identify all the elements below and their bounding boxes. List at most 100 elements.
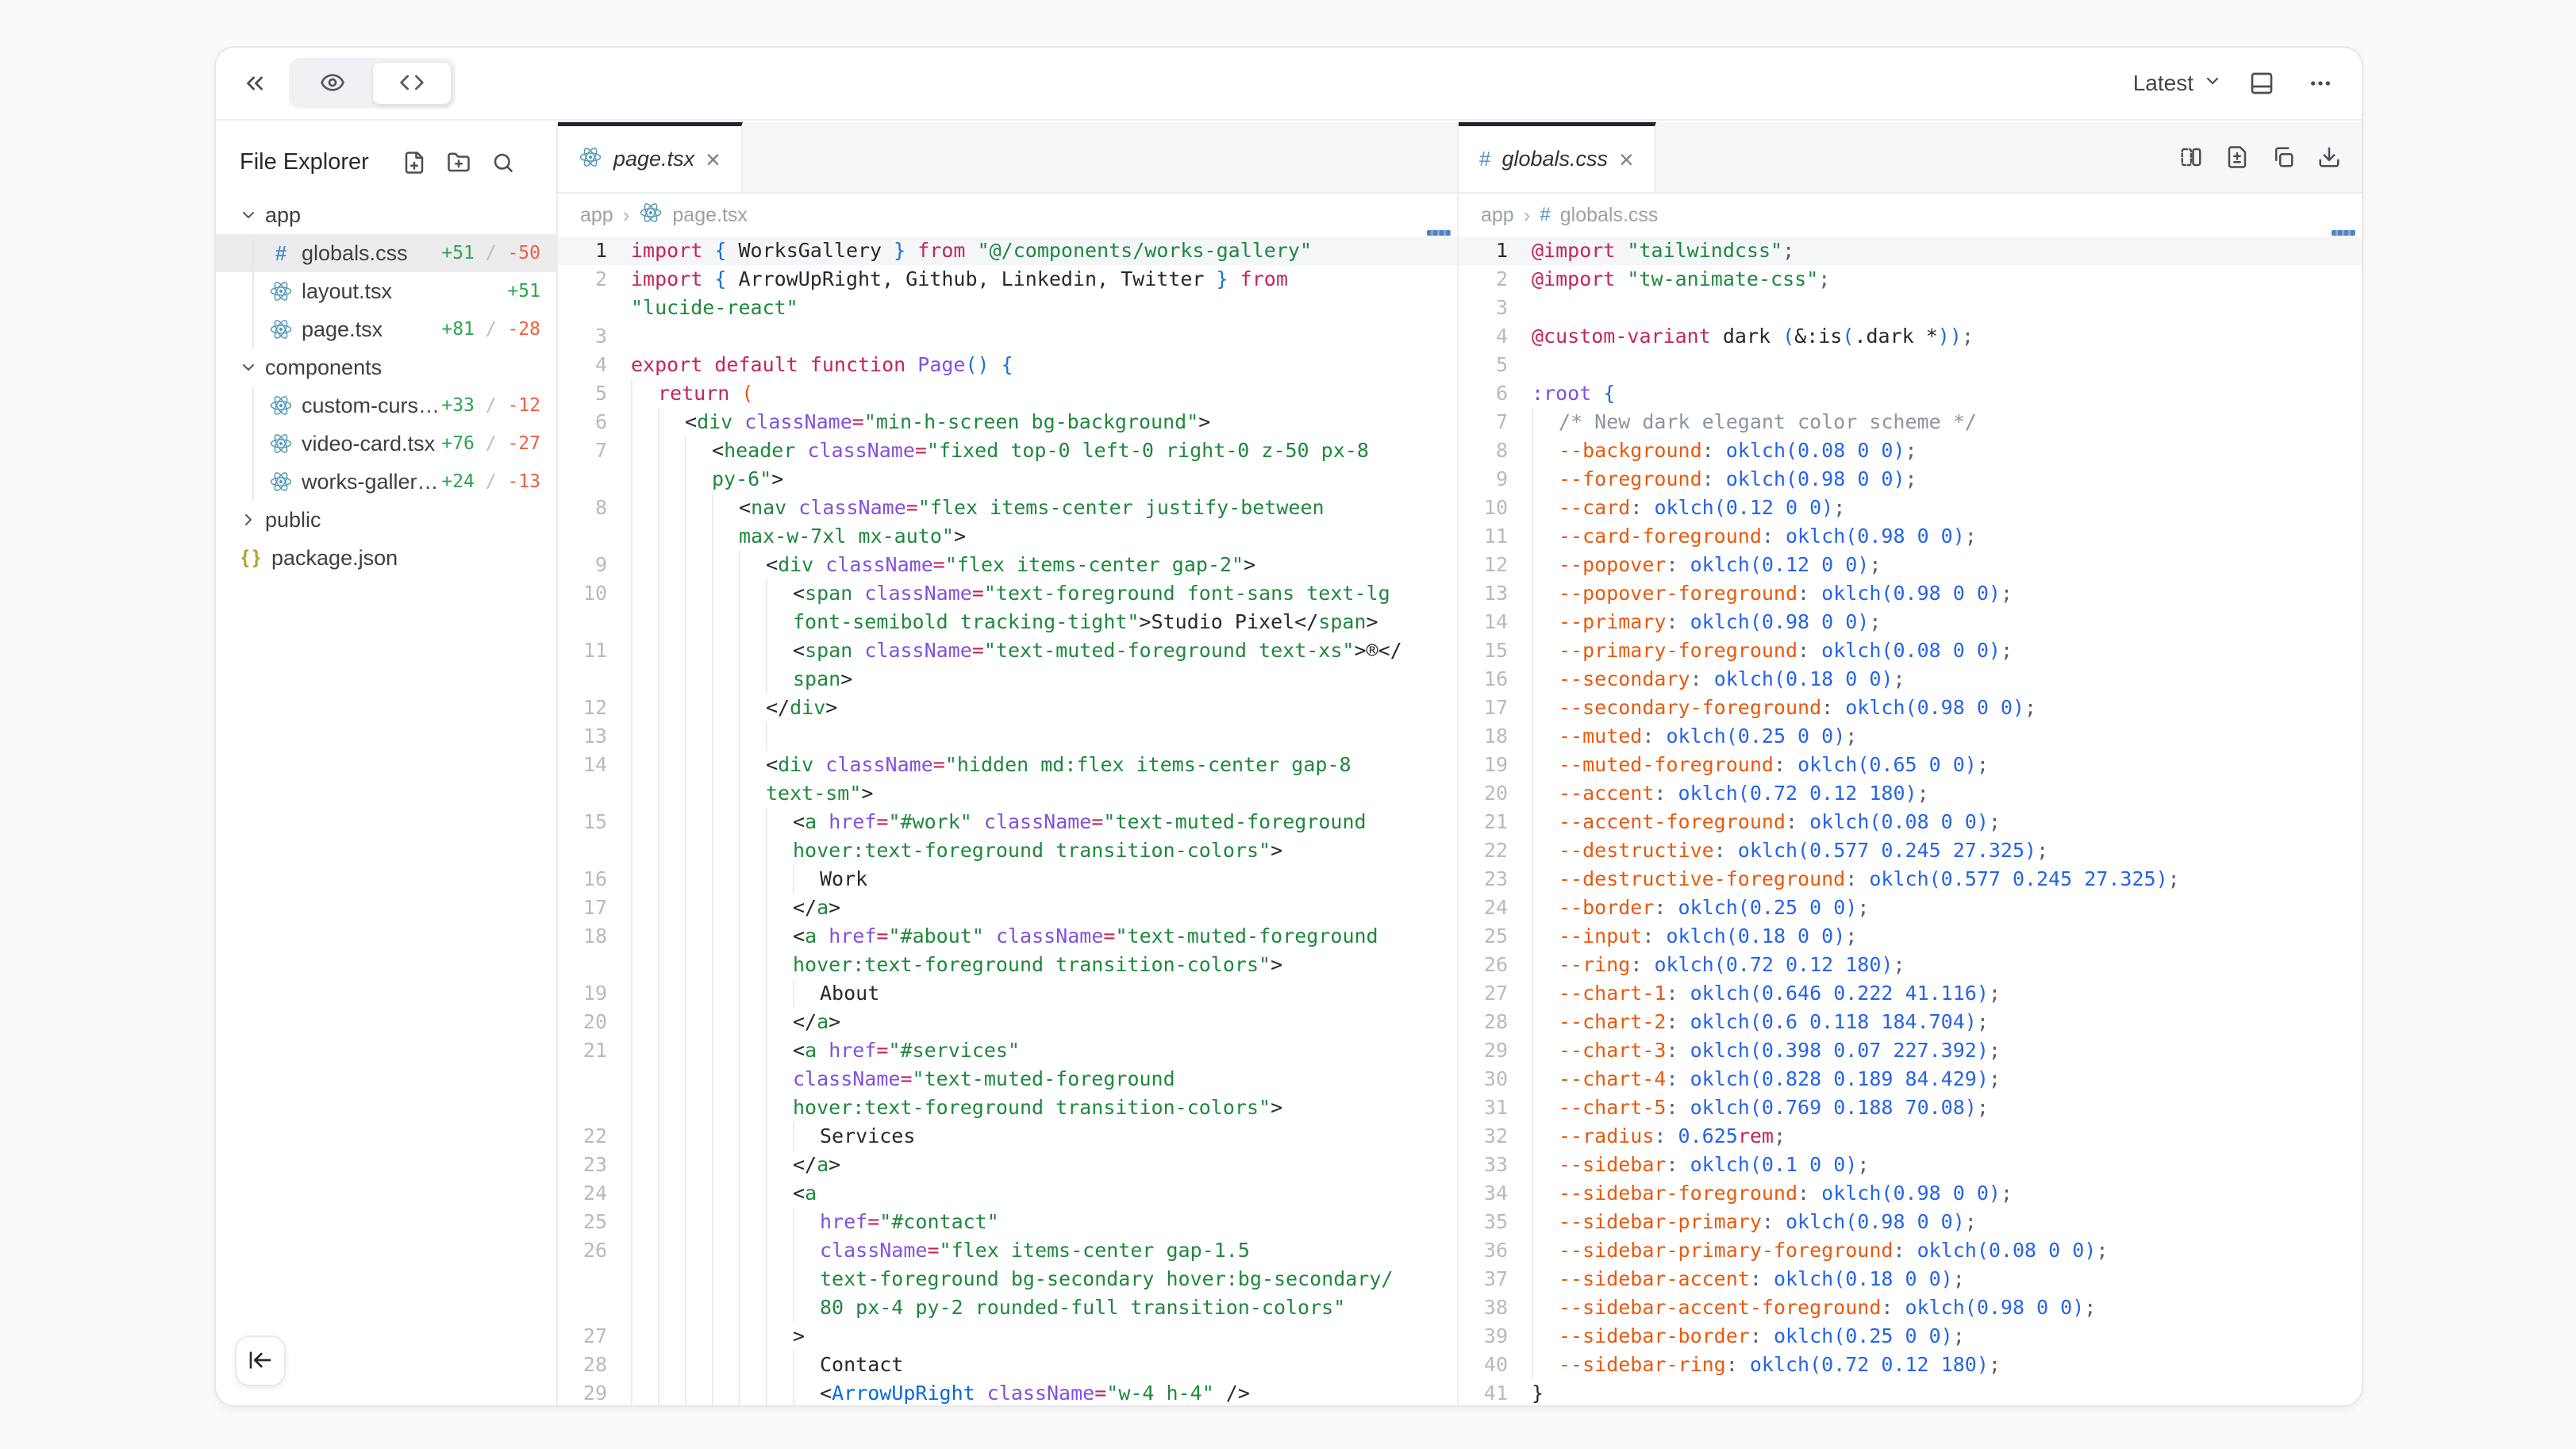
- line-number: 24: [1459, 894, 1532, 922]
- breadcrumb-separator: ›: [623, 203, 630, 228]
- code-line: text-sm">: [558, 779, 1457, 808]
- new-file-button[interactable]: [402, 151, 426, 175]
- code-viewer-card: Latest File Explorer: [214, 46, 2363, 1407]
- file-item-layout.tsx[interactable]: layout.tsx +51: [216, 272, 556, 310]
- line-number: 1: [1459, 236, 1532, 265]
- line-number: 34: [1459, 1179, 1532, 1208]
- code-line: 40--sidebar-ring: oklch(0.72 0.12 180);: [1459, 1351, 2362, 1379]
- code-line: 16Work: [558, 865, 1457, 894]
- code-line: 24<a: [558, 1179, 1457, 1208]
- code-line: 6<div className="min-h-screen bg-backgro…: [558, 408, 1457, 436]
- code-toggle-button[interactable]: [372, 62, 452, 105]
- breadcrumb-folder[interactable]: app: [1481, 204, 1514, 227]
- line-number: 29: [1459, 1036, 1532, 1065]
- line-number: 6: [558, 408, 631, 436]
- code-line: hover:text-foreground transition-colors"…: [558, 836, 1457, 865]
- code-line: 15--primary-foreground: oklch(0.08 0 0);: [1459, 636, 2362, 665]
- line-number: 32: [1459, 1122, 1532, 1151]
- panel-bottom-button[interactable]: [2243, 64, 2281, 102]
- file-diff-button[interactable]: [2225, 145, 2249, 169]
- code-line: 33--sidebar: oklch(0.1 0 0);: [1459, 1151, 2362, 1179]
- line-number: 21: [558, 1036, 631, 1065]
- file-name: page.tsx: [302, 317, 383, 342]
- download-button[interactable]: [2317, 145, 2341, 169]
- react-file-icon: [579, 145, 602, 173]
- new-folder-button[interactable]: [447, 151, 471, 175]
- code-editor[interactable]: 1@import "tailwindcss";2@import "tw-anim…: [1459, 236, 2362, 1405]
- code-line: 39--sidebar-border: oklch(0.25 0 0);: [1459, 1322, 2362, 1351]
- folder-item-app[interactable]: app: [216, 196, 556, 234]
- line-number: 26: [1459, 951, 1532, 979]
- preview-toggle-button[interactable]: [293, 62, 372, 105]
- line-number: 38: [1459, 1293, 1532, 1322]
- line-number: 12: [558, 694, 631, 722]
- line-number: 27: [1459, 979, 1532, 1008]
- split-panel-button[interactable]: [2179, 145, 2203, 169]
- react-file-icon: [265, 432, 297, 455]
- line-number: 29: [558, 1379, 631, 1405]
- version-dropdown[interactable]: Latest: [2133, 71, 2222, 96]
- chevrons-left-icon: [241, 70, 268, 97]
- code-line: className="text-muted-foreground: [558, 1065, 1457, 1093]
- tab-page-tsx[interactable]: page.tsx ×: [558, 122, 743, 192]
- react-file-icon: [639, 201, 663, 230]
- code-line: 21--accent-foreground: oklch(0.08 0 0);: [1459, 808, 2362, 836]
- diff-badge: +81 / -28: [441, 319, 540, 340]
- code-line: hover:text-foreground transition-colors"…: [558, 1093, 1457, 1122]
- collapse-sidebar-button[interactable]: [235, 1336, 286, 1386]
- tab-globals-css[interactable]: # globals.css ×: [1459, 122, 1656, 192]
- line-number: [558, 1065, 631, 1093]
- file-item-page.tsx[interactable]: page.tsx +81 / -28: [216, 310, 556, 348]
- line-number: 6: [1459, 379, 1532, 408]
- chevron-right-icon: [236, 510, 260, 529]
- editor-pane-globals-css: # globals.css ×: [1457, 122, 2362, 1405]
- breadcrumb-folder[interactable]: app: [580, 204, 613, 227]
- line-number: 3: [558, 322, 631, 351]
- file-item-works-galler-[interactable]: works-galler…+24 / -13: [216, 463, 556, 501]
- search-icon: [491, 151, 515, 175]
- line-number: 14: [558, 751, 631, 779]
- diff-badge: +51: [507, 281, 540, 302]
- search-files-button[interactable]: [491, 151, 515, 175]
- code-icon: [399, 70, 425, 98]
- new-folder-icon: [447, 151, 471, 175]
- file-item-custom-curs-[interactable]: custom-curs…+33 / -12: [216, 386, 556, 425]
- file-name: layout.tsx: [302, 279, 392, 304]
- tree-indent-guide: [252, 234, 254, 272]
- code-line: 3: [1459, 294, 2362, 322]
- folder-item-components[interactable]: components: [216, 348, 556, 386]
- folder-item-public[interactable]: public: [216, 501, 556, 539]
- react-file-icon: [265, 279, 297, 303]
- code-line: 1@import "tailwindcss";: [1459, 236, 2362, 265]
- code-line: 10--card: oklch(0.12 0 0);: [1459, 494, 2362, 522]
- line-number: [558, 1293, 631, 1322]
- file-item-package.json[interactable]: { }package.json: [216, 539, 556, 577]
- tree-indent-guide: [252, 386, 254, 425]
- close-tab-icon[interactable]: ×: [1619, 147, 1634, 172]
- breadcrumb: app › page.tsx: [558, 194, 1457, 236]
- breadcrumb-file[interactable]: page.tsx: [672, 204, 748, 227]
- view-toggle: [289, 58, 456, 109]
- more-options-button[interactable]: [2301, 64, 2340, 102]
- file-item-globals.css[interactable]: #globals.css+51 / -50: [216, 234, 556, 272]
- css-file-icon: #: [1540, 204, 1550, 226]
- folder-name: public: [265, 508, 321, 532]
- line-number: 16: [558, 865, 631, 894]
- collapse-panel-button[interactable]: [235, 63, 275, 103]
- file-item-video-card.tsx[interactable]: video-card.tsx+76 / -27: [216, 425, 556, 463]
- code-editor[interactable]: 1import { WorksGallery } from "@/compone…: [558, 236, 1457, 1405]
- css-file-icon: #: [265, 241, 297, 266]
- breadcrumb-file[interactable]: globals.css: [1560, 204, 1659, 227]
- code-line: 19About: [558, 979, 1457, 1008]
- code-line: text-foreground bg-secondary hover:bg-se…: [558, 1265, 1457, 1293]
- line-number: [558, 522, 631, 551]
- line-number: 28: [1459, 1008, 1532, 1036]
- code-line: 24--border: oklch(0.25 0 0);: [1459, 894, 2362, 922]
- line-number: [558, 1265, 631, 1293]
- line-number: 41: [1459, 1379, 1532, 1405]
- line-number: 11: [558, 636, 631, 665]
- code-line: 7<header className="fixed top-0 left-0 r…: [558, 436, 1457, 465]
- close-tab-icon[interactable]: ×: [706, 147, 721, 172]
- copy-button[interactable]: [2271, 145, 2295, 169]
- code-line: 10<span className="text-foreground font-…: [558, 579, 1457, 608]
